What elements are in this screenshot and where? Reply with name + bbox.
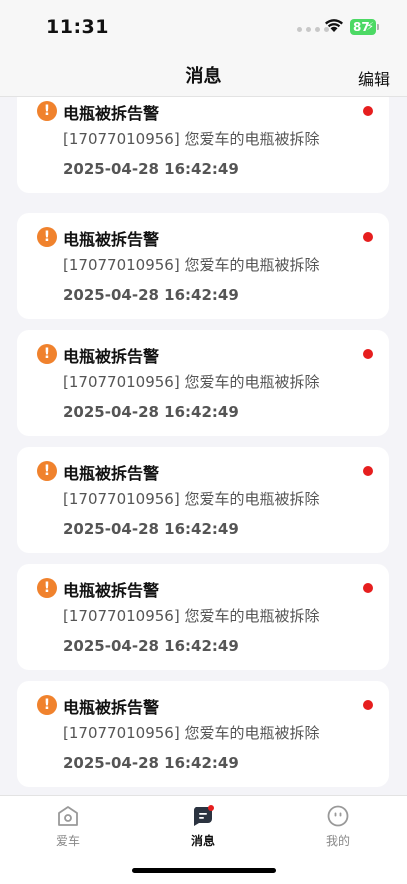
alert-icon: ! bbox=[37, 101, 57, 121]
message-title: 电瓶被拆告警 bbox=[63, 104, 160, 123]
message-card[interactable]: ! 电瓶被拆告警 [17077010956] 您爱车的电瓶被拆除 2025-04… bbox=[17, 97, 389, 193]
wifi-icon bbox=[325, 19, 343, 32]
alert-icon: ! bbox=[37, 344, 57, 364]
message-time: 2025-04-28 16:42:49 bbox=[63, 637, 239, 655]
message-title: 电瓶被拆告警 bbox=[63, 347, 160, 366]
unread-dot bbox=[363, 349, 373, 359]
message-time: 2025-04-28 16:42:49 bbox=[63, 754, 239, 772]
unread-dot bbox=[363, 583, 373, 593]
message-title: 电瓶被拆告警 bbox=[63, 698, 160, 717]
tab-label: 爱车 bbox=[55, 834, 80, 848]
message-time: 2025-04-28 16:42:49 bbox=[63, 520, 239, 538]
unread-dot bbox=[363, 700, 373, 710]
nav-bar: 消息 编辑 bbox=[0, 54, 407, 97]
message-title: 电瓶被拆告警 bbox=[63, 230, 160, 249]
battery-indicator: 87 ⚡ bbox=[350, 19, 376, 35]
message-body: [17077010956] 您爱车的电瓶被拆除 bbox=[63, 130, 320, 148]
home-indicator bbox=[132, 868, 276, 873]
message-body: [17077010956] 您爱车的电瓶被拆除 bbox=[63, 724, 320, 742]
message-title: 电瓶被拆告警 bbox=[63, 581, 160, 600]
status-bar: 11:31 87 ⚡ bbox=[0, 0, 407, 54]
edit-button[interactable]: 编辑 bbox=[358, 66, 390, 90]
battery-cap bbox=[377, 24, 379, 30]
message-body: [17077010956] 您爱车的电瓶被拆除 bbox=[63, 490, 320, 508]
message-list[interactable]: ! 电瓶被拆告警 [17077010956] 您爱车的电瓶被拆除 2025-04… bbox=[0, 97, 407, 795]
tab-label: 我的 bbox=[325, 834, 350, 848]
message-card[interactable]: ! 电瓶被拆告警 [17077010956] 您爱车的电瓶被拆除 2025-04… bbox=[17, 447, 389, 553]
message-title: 电瓶被拆告警 bbox=[63, 464, 160, 483]
message-time: 2025-04-28 16:42:49 bbox=[63, 403, 239, 421]
message-card[interactable]: ! 电瓶被拆告警 [17077010956] 您爱车的电瓶被拆除 2025-04… bbox=[17, 681, 389, 787]
alert-icon: ! bbox=[37, 461, 57, 481]
message-card[interactable]: ! 电瓶被拆告警 [17077010956] 您爱车的电瓶被拆除 2025-04… bbox=[17, 213, 389, 319]
message-card[interactable]: ! 电瓶被拆告警 [17077010956] 您爱车的电瓶被拆除 2025-04… bbox=[17, 564, 389, 670]
profile-face-icon bbox=[327, 805, 349, 827]
tab-profile[interactable]: 我的 bbox=[298, 804, 378, 849]
message-time: 2025-04-28 16:42:49 bbox=[63, 160, 239, 178]
car-garage-icon bbox=[58, 806, 78, 826]
alert-icon: ! bbox=[37, 227, 57, 247]
message-icon bbox=[193, 805, 214, 826]
alert-icon: ! bbox=[37, 578, 57, 598]
tab-label: 消息 bbox=[190, 834, 215, 848]
tab-messages[interactable]: 消息 bbox=[163, 804, 243, 849]
unread-dot bbox=[363, 466, 373, 476]
charging-bolt-icon: ⚡ bbox=[366, 20, 374, 33]
page-title: 消息 bbox=[185, 66, 222, 87]
alert-icon: ! bbox=[37, 695, 57, 715]
message-body: [17077010956] 您爱车的电瓶被拆除 bbox=[63, 373, 320, 391]
message-body: [17077010956] 您爱车的电瓶被拆除 bbox=[63, 256, 320, 274]
message-time: 2025-04-28 16:42:49 bbox=[63, 286, 239, 304]
message-body: [17077010956] 您爱车的电瓶被拆除 bbox=[63, 607, 320, 625]
unread-dot bbox=[363, 106, 373, 116]
status-time: 11:31 bbox=[46, 16, 109, 38]
unread-dot bbox=[363, 232, 373, 242]
message-card[interactable]: ! 电瓶被拆告警 [17077010956] 您爱车的电瓶被拆除 2025-04… bbox=[17, 330, 389, 436]
tab-car[interactable]: 爱车 bbox=[28, 804, 108, 849]
